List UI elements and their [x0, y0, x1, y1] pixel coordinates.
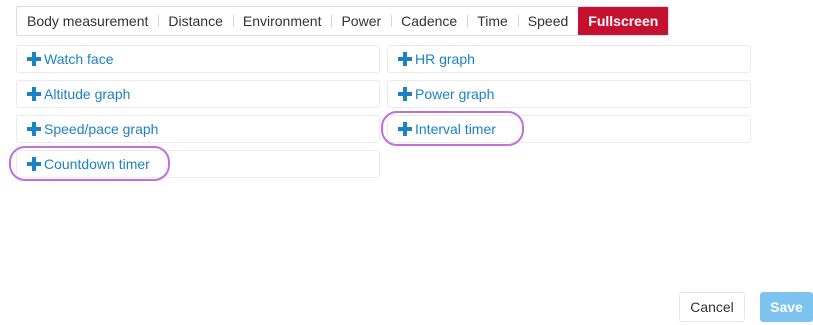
item-label: Power graph — [415, 86, 495, 102]
add-power-graph-item[interactable]: Power graph — [387, 80, 751, 108]
plus-icon — [27, 157, 41, 171]
plus-icon — [27, 52, 41, 66]
add-hr-graph-item[interactable]: HR graph — [387, 45, 751, 73]
plus-icon — [27, 122, 41, 136]
item-label: Speed/pace graph — [44, 121, 159, 137]
tab-cadence[interactable]: Cadence — [391, 7, 467, 35]
item-label: HR graph — [415, 51, 475, 67]
add-altitude-graph-item[interactable]: Altitude graph — [16, 80, 380, 108]
add-speed-pace-graph-item[interactable]: Speed/pace graph — [16, 115, 380, 143]
plus-icon — [398, 52, 412, 66]
tab-speed[interactable]: Speed — [517, 7, 578, 35]
tab-power[interactable]: Power — [331, 7, 391, 35]
item-label: Altitude graph — [44, 86, 131, 102]
add-countdown-timer-item[interactable]: Countdown timer — [16, 150, 380, 178]
cancel-button[interactable]: Cancel — [679, 292, 745, 322]
plus-icon — [27, 87, 41, 101]
item-label: Countdown timer — [44, 156, 150, 172]
item-label: Watch face — [44, 51, 114, 67]
plus-icon — [398, 122, 412, 136]
add-watch-face-item[interactable]: Watch face — [16, 45, 380, 73]
tab-time[interactable]: Time — [467, 7, 518, 35]
add-interval-timer-item[interactable]: Interval timer — [387, 115, 751, 143]
save-button[interactable]: Save — [760, 292, 813, 322]
tab-distance[interactable]: Distance — [158, 7, 232, 35]
category-tab-bar: Body measurement Distance Environment Po… — [16, 6, 670, 36]
tab-fullscreen[interactable]: Fullscreen — [578, 7, 669, 35]
plus-icon — [398, 87, 412, 101]
tab-body-measurement[interactable]: Body measurement — [17, 7, 158, 35]
item-label: Interval timer — [415, 121, 496, 137]
tab-environment[interactable]: Environment — [232, 7, 332, 35]
